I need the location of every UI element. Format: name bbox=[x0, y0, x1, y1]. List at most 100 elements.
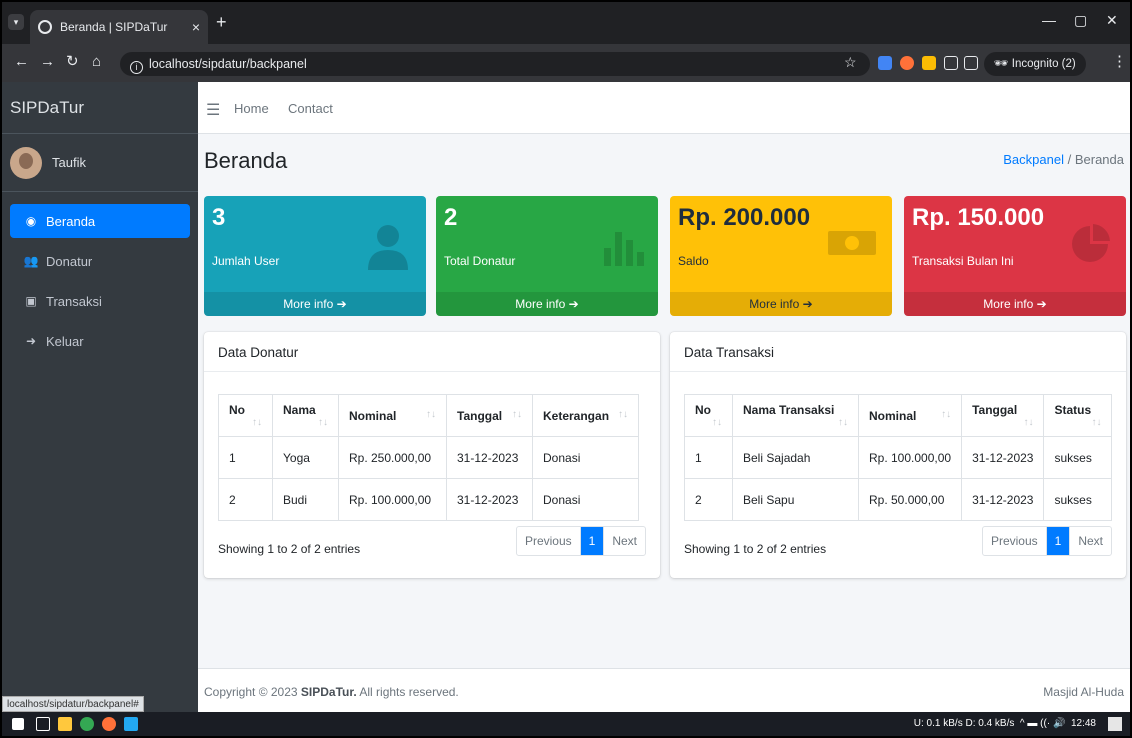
more-info-link[interactable]: More info ➔ bbox=[204, 292, 426, 316]
page-1-button[interactable]: 1 bbox=[1046, 527, 1070, 555]
column-header[interactable]: Tanggal ↑↓ bbox=[446, 394, 533, 437]
side-panel-icon[interactable] bbox=[964, 56, 978, 70]
bar-chart-icon bbox=[600, 222, 644, 277]
page-title: Beranda bbox=[204, 148, 288, 173]
column-header[interactable]: Nominal ↑↓ bbox=[338, 394, 447, 437]
sidebar-item-transaksi[interactable]: ▣ Transaksi bbox=[10, 284, 190, 318]
donatur-table: No ↑↓ Nama ↑↓ Nominal ↑↓ Tanggal ↑↓ Keterang… bbox=[218, 394, 639, 521]
close-window-icon[interactable]: ✕ bbox=[1106, 12, 1118, 29]
reload-icon[interactable]: ↻ bbox=[66, 54, 79, 70]
sort-icon: ↑↓ bbox=[426, 408, 436, 420]
back-icon[interactable]: ← bbox=[14, 54, 29, 70]
sort-icon: ↑↓ bbox=[941, 408, 952, 420]
brand-link[interactable]: SIPDaTur bbox=[2, 82, 198, 134]
column-header[interactable]: Keterangan ↑↓ bbox=[532, 394, 639, 437]
copyright-brand: SIPDaTur. bbox=[300, 685, 357, 699]
vscode-icon[interactable] bbox=[124, 717, 138, 731]
copyright: Copyright © 2023 SIPDaTur. All rights re… bbox=[204, 685, 459, 699]
incognito-indicator[interactable]: 🕶 Incognito (2) bbox=[984, 52, 1086, 76]
sort-icon: ↑↓ bbox=[512, 408, 522, 420]
tab-search-icon[interactable]: ▾ bbox=[8, 14, 24, 30]
transaksi-table: No ↑↓ Nama Transaksi ↑↓ Nominal ↑↓ Tanggal ↑… bbox=[684, 394, 1113, 521]
chrome-icon[interactable] bbox=[80, 717, 94, 731]
more-info-link[interactable]: More info ➔ bbox=[670, 292, 892, 316]
pie-chart-icon bbox=[1068, 222, 1112, 277]
column-header[interactable]: No ↑↓ bbox=[684, 394, 733, 437]
task-view-icon[interactable] bbox=[36, 717, 50, 731]
notification-icon[interactable] bbox=[1108, 717, 1122, 731]
card-title: Data Transaksi bbox=[670, 332, 1126, 372]
extensions-puzzle-icon[interactable] bbox=[944, 56, 958, 70]
home-icon[interactable]: ⌂ bbox=[92, 54, 101, 70]
stat-label: Total Donatur bbox=[444, 254, 516, 268]
windows-taskbar: U: 0.1 kB/s D: 0.4 kB/s ^ ▬ ((· 🔊 12:48 bbox=[2, 712, 1130, 736]
sort-icon: ↑↓ bbox=[1091, 417, 1102, 428]
page-footer: Copyright © 2023 SIPDaTur. All rights re… bbox=[198, 668, 1130, 712]
column-header[interactable]: Status ↑↓ bbox=[1043, 394, 1113, 437]
user-name[interactable]: Taufik bbox=[52, 155, 86, 170]
top-navbar: ☰ Home Contact bbox=[198, 82, 1130, 134]
pagination: Previous 1 Next bbox=[981, 526, 1112, 556]
table-row: 1 Beli Sajadah Rp. 100.000,00 31-12-2023… bbox=[684, 436, 1113, 479]
more-info-link[interactable]: More info ➔ bbox=[904, 292, 1126, 316]
table-row: 1 Yoga Rp. 250.000,00 31-12-2023 Donasi bbox=[218, 436, 639, 479]
stat-label: Transaksi Bulan Ini bbox=[912, 254, 1014, 268]
previous-button[interactable]: Previous bbox=[517, 527, 581, 555]
sort-icon: ↑↓ bbox=[838, 417, 848, 428]
windows-start-icon[interactable] bbox=[12, 718, 24, 730]
breadcrumb-backpanel[interactable]: Backpanel bbox=[1003, 152, 1064, 167]
new-tab-button[interactable]: + bbox=[216, 13, 227, 31]
sort-icon: ↑↓ bbox=[712, 417, 722, 428]
table-row: 2 Beli Sapu Rp. 50.000,00 31-12-2023 suk… bbox=[684, 478, 1113, 521]
sign-out-icon: ➜ bbox=[25, 334, 37, 348]
previous-button[interactable]: Previous bbox=[983, 527, 1047, 555]
sidebar-item-keluar[interactable]: ➜ Keluar bbox=[10, 324, 190, 358]
clock: 12:48 bbox=[1070, 718, 1096, 729]
nav-contact-link[interactable]: Contact bbox=[288, 101, 333, 116]
extension-icon[interactable] bbox=[900, 56, 914, 70]
bookmark-star-icon[interactable]: ☆ bbox=[844, 54, 857, 70]
minimize-icon[interactable]: — bbox=[1042, 12, 1056, 28]
dashboard-icon: ◉ bbox=[25, 214, 37, 228]
donatur-card: Data Donatur No ↑↓ Nama ↑↓ Nominal ↑↓ Tangg… bbox=[204, 332, 660, 578]
browser-tab[interactable]: Beranda | SIPDaTur × bbox=[30, 10, 208, 44]
column-header[interactable]: Nama Transaksi ↑↓ bbox=[732, 394, 859, 437]
forward-icon[interactable]: → bbox=[40, 54, 55, 70]
column-header[interactable]: Nominal ↑↓ bbox=[857, 394, 963, 437]
menu-toggle-icon[interactable]: ☰ bbox=[206, 100, 220, 120]
page-1-button[interactable]: 1 bbox=[580, 527, 604, 555]
table-row: 2 Budi Rp. 100.000,00 31-12-2023 Donasi bbox=[218, 478, 639, 521]
browser-menu-icon[interactable]: ⋮ bbox=[1112, 54, 1127, 70]
column-header[interactable]: Tanggal ↑↓ bbox=[961, 394, 1045, 437]
sidebar-item-donatur[interactable]: 👥 Donatur bbox=[10, 244, 190, 278]
card-title: Data Donatur bbox=[204, 332, 660, 372]
tab-close-icon[interactable]: × bbox=[192, 19, 200, 35]
stat-box-donatur: 2 Total Donatur More info ➔ bbox=[436, 196, 658, 316]
pagination: Previous 1 Next bbox=[515, 526, 646, 556]
url-field[interactable]: i localhost/sipdatur/backpanel bbox=[120, 52, 870, 76]
file-explorer-icon[interactable] bbox=[58, 717, 72, 731]
incognito-icon: 🕶 bbox=[994, 58, 1012, 70]
sidebar-item-beranda[interactable]: ◉ Beranda bbox=[10, 204, 190, 238]
maximize-icon[interactable]: ▢ bbox=[1074, 12, 1087, 29]
address-bar-row: ← → ↻ ⌂ i localhost/sipdatur/backpanel ☆ … bbox=[2, 44, 1130, 82]
more-info-link[interactable]: More info ➔ bbox=[436, 292, 658, 316]
extension-icon[interactable] bbox=[878, 56, 892, 70]
column-header[interactable]: Nama ↑↓ bbox=[272, 394, 339, 437]
favicon-icon bbox=[38, 20, 52, 34]
user-panel: Taufik bbox=[2, 134, 198, 192]
user-icon bbox=[364, 222, 412, 281]
extension-icon[interactable] bbox=[922, 56, 936, 70]
browser-window: ▾ Beranda | SIPDaTur × + — ▢ ✕ ← → ↻ ⌂ i… bbox=[2, 2, 1130, 736]
sidebar: SIPDaTur Taufik ◉ Beranda 👥 Donatur ▣ Trans… bbox=[2, 82, 198, 712]
site-info-icon[interactable]: i bbox=[130, 61, 143, 74]
footer-right-text: Masjid Al-Huda bbox=[1043, 685, 1124, 699]
next-button[interactable]: Next bbox=[1069, 527, 1111, 555]
transaksi-card: Data Transaksi No ↑↓ Nama Transaksi ↑↓ Nom… bbox=[670, 332, 1126, 578]
next-button[interactable]: Next bbox=[603, 527, 645, 555]
system-tray[interactable]: U: 0.1 kB/s D: 0.4 kB/s ^ ▬ ((· 🔊 12:48 bbox=[914, 718, 1096, 729]
firefox-icon[interactable] bbox=[102, 717, 116, 731]
column-header[interactable]: No ↑↓ bbox=[218, 394, 273, 437]
breadcrumb-current: Beranda bbox=[1074, 152, 1124, 167]
nav-home-link[interactable]: Home bbox=[234, 101, 269, 116]
